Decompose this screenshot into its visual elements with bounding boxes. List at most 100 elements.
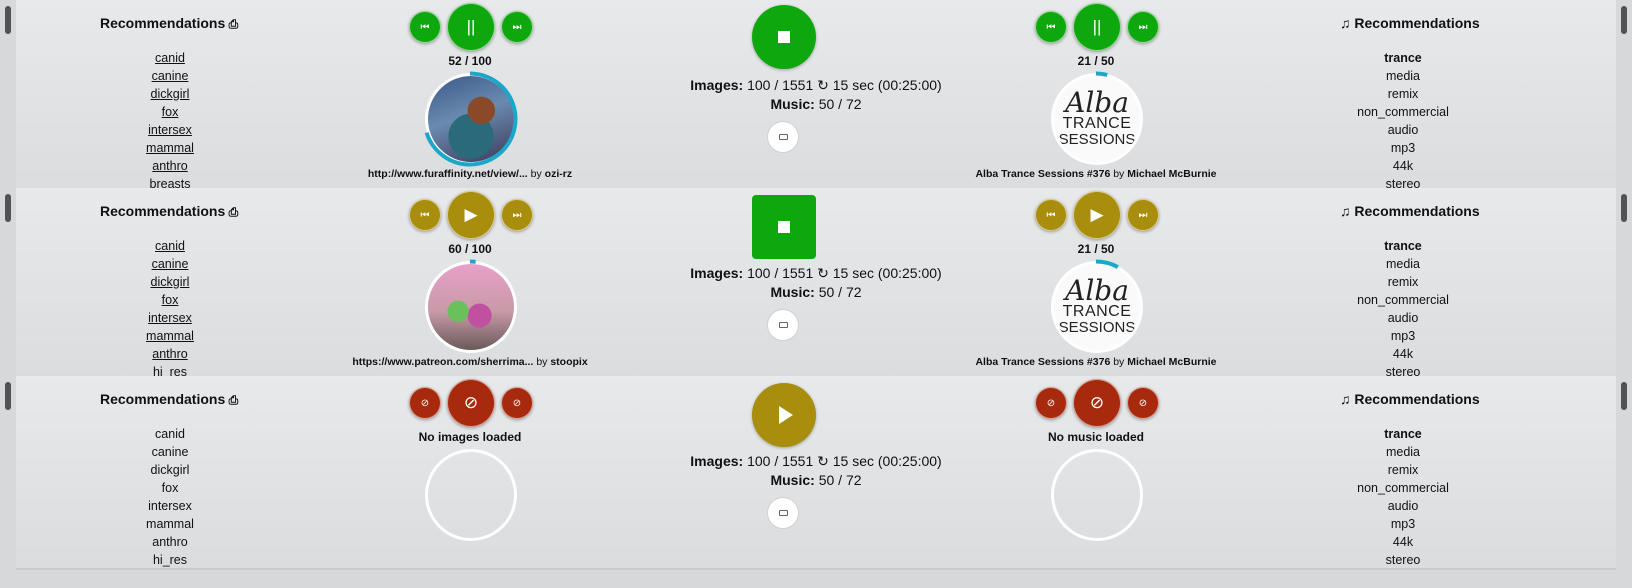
music-next-button[interactable]: ⏭ (1127, 11, 1159, 43)
right-resize-handle[interactable] (1621, 194, 1627, 222)
music-tag: trance (1384, 239, 1422, 253)
music-tag-list: trance media remix non_commercial audio mp3 44… (1343, 49, 1463, 193)
left-resize-handle[interactable] (5, 382, 11, 410)
image-next-button[interactable]: ⏭ (501, 11, 533, 43)
image-artist[interactable]: stoopix (550, 356, 587, 368)
image-tag[interactable]: intersex (110, 309, 230, 327)
image-tag[interactable]: canine (110, 255, 230, 273)
skip-back-icon: ⏮ (420, 21, 430, 33)
music-tag: mp3 (1390, 517, 1416, 531)
music-caption: Alba Trance Sessions #376 by Michael McB… (946, 168, 1246, 180)
skip-forward-icon: ⏭ (512, 209, 522, 221)
image-play-button[interactable]: ⊘ (447, 379, 495, 427)
image-artist[interactable]: ozi-rz (545, 168, 572, 180)
music-tag: media (1385, 445, 1421, 459)
heading-label: Recommendations (100, 203, 226, 219)
image-tag[interactable]: canid (110, 49, 230, 67)
music-play-button[interactable]: ⊘ (1073, 379, 1121, 427)
image-progress-ring (422, 259, 518, 355)
disabled-icon: ⊘ (512, 397, 522, 409)
right-resize-handle[interactable] (1621, 382, 1627, 410)
image-caption: https://www.patreon.com/sherrima... by s… (320, 356, 620, 368)
minimize-button[interactable] (767, 309, 799, 341)
music-title[interactable]: Alba Trance Sessions #376 (975, 168, 1110, 180)
image-source-link[interactable]: https://www.patreon.com/sherrima... (352, 356, 533, 368)
music-prev-button[interactable]: ⊘ (1035, 387, 1067, 419)
right-resize-handle[interactable] (1621, 6, 1627, 34)
image-recommendations-heading[interactable]: Recommendations ⎙ (100, 203, 238, 220)
music-artist[interactable]: Michael McBurnie (1127, 356, 1216, 368)
image-tag[interactable]: anthro (110, 157, 230, 175)
heading-label: Recommendations (1354, 15, 1480, 31)
music-play-button[interactable]: || (1073, 3, 1121, 51)
play-all-button[interactable] (752, 383, 816, 447)
image-prev-button[interactable]: ⊘ (409, 387, 441, 419)
export-icon[interactable]: ⎙ (225, 205, 239, 219)
music-recommendations-heading[interactable]: ♫ Recommendations (1340, 391, 1480, 407)
image-tag[interactable]: canine (110, 67, 230, 85)
images-status-value: 100 / 1551 ↻ 15 sec (00:25:00) (747, 265, 942, 281)
play-icon: ▶ (1090, 205, 1104, 224)
music-recommendations-heading[interactable]: ♫ Recommendations (1340, 203, 1480, 219)
image-recommendations-heading[interactable]: Recommendations ⎙ (100, 391, 238, 408)
disabled-icon: ⊘ (420, 397, 430, 409)
image-source-link[interactable]: http://www.furaffinity.net/view/... (368, 168, 528, 180)
music-artist[interactable]: Michael McBurnie (1127, 168, 1216, 180)
music-tag: non_commercial (1357, 293, 1449, 307)
music-tag: 44k (1392, 347, 1414, 361)
by-label: by (536, 356, 548, 368)
minimize-icon (778, 322, 788, 328)
export-icon[interactable]: ⎙ (225, 393, 239, 407)
pause-icon: || (466, 17, 476, 36)
stop-icon (778, 221, 790, 233)
image-tag[interactable]: fox (110, 103, 230, 121)
skip-forward-icon: ⏭ (1138, 209, 1148, 221)
minimize-button[interactable] (767, 121, 799, 153)
image-tag[interactable]: mammal (110, 327, 230, 345)
music-status: Music: 50 / 72 (666, 284, 966, 300)
left-resize-handle[interactable] (5, 6, 11, 34)
music-recommendations-heading[interactable]: ♫ Recommendations (1340, 15, 1480, 31)
minimize-icon (778, 134, 788, 140)
image-prev-button[interactable]: ⏮ (409, 199, 441, 231)
image-tag[interactable]: fox (110, 291, 230, 309)
image-play-button[interactable]: ▶ (447, 191, 495, 239)
minimize-icon (778, 510, 788, 516)
heading-label: Recommendations (1354, 203, 1480, 219)
image-prev-button[interactable]: ⏮ (409, 11, 441, 43)
image-tag[interactable]: mammal (110, 139, 230, 157)
export-icon[interactable]: ⎙ (225, 17, 239, 31)
image-tag[interactable]: dickgirl (110, 85, 230, 103)
music-tag: 44k (1392, 159, 1414, 173)
player-panel: Recommendations ⎙ canid canine dickgirl fox i… (16, 376, 1616, 570)
minimize-button[interactable] (767, 497, 799, 529)
image-tag[interactable]: intersex (110, 121, 230, 139)
music-note-icon: ♫ (1340, 15, 1351, 31)
skip-back-icon: ⏮ (420, 209, 430, 221)
music-status-value: 50 / 72 (818, 284, 862, 300)
image-recommendations-heading[interactable]: Recommendations ⎙ (100, 15, 238, 32)
music-tag: 44k (1392, 535, 1414, 549)
music-title[interactable]: Alba Trance Sessions #376 (975, 356, 1110, 368)
by-label: by (530, 168, 542, 180)
image-next-button[interactable]: ⊘ (501, 387, 533, 419)
music-prev-button[interactable]: ⏮ (1035, 11, 1067, 43)
music-play-button[interactable]: ▶ (1073, 191, 1121, 239)
disabled-icon: ⊘ (1138, 397, 1148, 409)
stop-all-button[interactable] (752, 5, 816, 69)
music-next-button[interactable]: ⊘ (1127, 387, 1159, 419)
music-next-button[interactable]: ⏭ (1127, 199, 1159, 231)
image-tag[interactable]: anthro (110, 345, 230, 363)
left-resize-handle[interactable] (5, 194, 11, 222)
image-next-button[interactable]: ⏭ (501, 199, 533, 231)
music-prev-button[interactable]: ⏮ (1035, 199, 1067, 231)
image-play-button[interactable]: || (447, 3, 495, 51)
image-tag[interactable]: dickgirl (110, 273, 230, 291)
image-tag[interactable]: canid (110, 237, 230, 255)
stop-icon (778, 31, 790, 43)
image-caption: http://www.furaffinity.net/view/... by o… (320, 168, 620, 180)
album-cover[interactable] (1051, 449, 1143, 541)
stop-all-button[interactable] (752, 195, 816, 259)
image-thumbnail[interactable] (425, 449, 517, 541)
images-status-label: Images: (690, 77, 744, 93)
